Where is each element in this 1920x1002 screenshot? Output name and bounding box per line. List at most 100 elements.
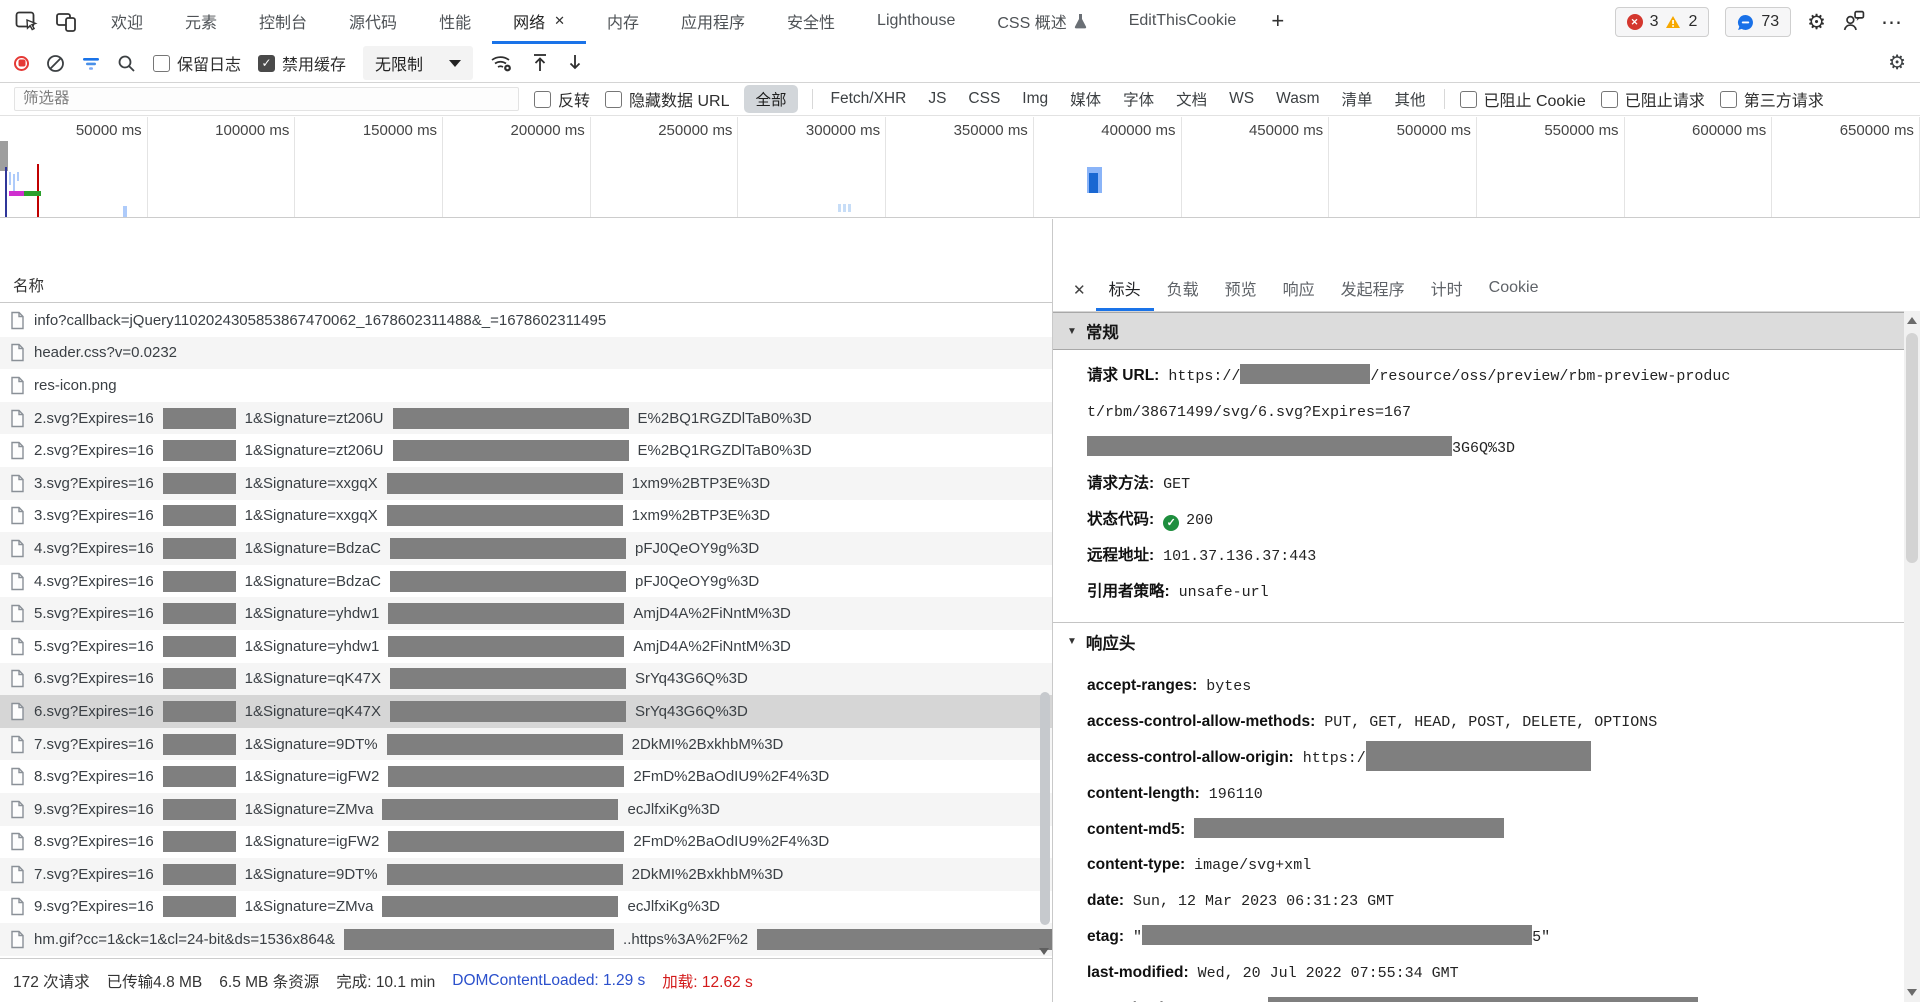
network-settings-gear-icon[interactable]: ⚙	[1888, 53, 1906, 73]
filter-chip-3[interactable]: CSS	[964, 87, 1004, 111]
requests-scrollbar[interactable]	[1037, 304, 1052, 958]
details-tab-4[interactable]: 发起程序	[1328, 268, 1418, 311]
checkbox-box[interactable]	[1460, 91, 1477, 108]
tab-11[interactable]: EditThisCookie	[1108, 0, 1258, 44]
filter-chip-8[interactable]: WS	[1225, 87, 1258, 111]
details-tab-5[interactable]: 计时	[1418, 268, 1476, 311]
request-row-9[interactable]: 5.svg?Expires=161&Signature=yhdw1AmjD4A%…	[0, 597, 1052, 630]
details-tab-3[interactable]: 响应	[1270, 268, 1328, 311]
tab-10[interactable]: CSS 概述	[976, 0, 1107, 44]
collapse-triangle-icon[interactable]: ▼	[1067, 636, 1077, 647]
filter-chip-6[interactable]: 字体	[1119, 85, 1158, 113]
checkbox-box[interactable]	[534, 91, 551, 108]
filter-chip-5[interactable]: 媒体	[1066, 85, 1105, 113]
header-name: etag:	[1087, 928, 1124, 945]
filter-chip-11[interactable]: 其他	[1391, 85, 1430, 113]
request-row-7[interactable]: 4.svg?Expires=161&Signature=BdzaCpFJ0QeO…	[0, 532, 1052, 565]
export-har-icon[interactable]	[566, 53, 584, 73]
throttling-dropdown[interactable]: 无限制	[363, 46, 473, 80]
tab-9[interactable]: Lighthouse	[856, 0, 976, 44]
tab-0[interactable]: 欢迎	[90, 0, 164, 44]
scroll-down-icon[interactable]	[1907, 989, 1917, 996]
checkbox-box[interactable]	[258, 55, 275, 72]
checkbox-box[interactable]	[1720, 91, 1737, 108]
request-row-15[interactable]: 9.svg?Expires=161&Signature=ZMvaecJlfxiK…	[0, 793, 1052, 826]
filter-chip-10[interactable]: 清单	[1337, 85, 1376, 113]
request-row-16[interactable]: 8.svg?Expires=161&Signature=igFW22FmD%2B…	[0, 826, 1052, 859]
close-tab-icon[interactable]: ✕	[554, 13, 565, 29]
settings-gear-icon[interactable]: ⚙	[1807, 12, 1826, 33]
clear-network-log-icon[interactable]	[46, 54, 65, 73]
toolbar-checkbox-1[interactable]: 禁用缓存	[258, 51, 346, 75]
filter-chip-9[interactable]: Wasm	[1272, 87, 1323, 111]
import-har-icon[interactable]	[531, 53, 549, 73]
filter-chip-1[interactable]: Fetch/XHR	[827, 87, 911, 111]
filter-chip-7[interactable]: 文档	[1172, 85, 1211, 113]
details-tab-2[interactable]: 预览	[1212, 268, 1270, 311]
checkbox-box[interactable]	[153, 55, 170, 72]
scroll-up-icon[interactable]	[1907, 317, 1917, 324]
blocked-checkbox-1[interactable]: 已阻止请求	[1601, 87, 1705, 111]
more-options-icon[interactable]: ⋯	[1881, 12, 1902, 33]
request-row-11[interactable]: 6.svg?Expires=161&Signature=qK47XSrYq43G…	[0, 663, 1052, 696]
tab-8[interactable]: 安全性	[766, 0, 856, 44]
value-text: 4.svg?Expires=16	[34, 540, 154, 557]
details-scrollbar[interactable]	[1904, 311, 1920, 1002]
checkbox-box[interactable]	[1601, 91, 1618, 108]
response-headers-section-header[interactable]: ▼ 响应头	[1053, 622, 1920, 660]
toolbar-checkbox-0[interactable]: 保留日志	[153, 51, 241, 75]
device-toolbar-icon[interactable]	[50, 5, 84, 39]
request-row-6[interactable]: 3.svg?Expires=161&Signature=xxgqX1xm9%2B…	[0, 500, 1052, 533]
filter-checkbox-1[interactable]: 隐藏数据 URL	[605, 87, 729, 111]
blocked-checkbox-2[interactable]: 第三方请求	[1720, 87, 1824, 111]
request-row-4[interactable]: 2.svg?Expires=161&Signature=zt206UE%2BQ1…	[0, 434, 1052, 467]
checkbox-box[interactable]	[605, 91, 622, 108]
messages-badge[interactable]: 73	[1725, 7, 1791, 37]
filter-chip-2[interactable]: JS	[924, 87, 950, 111]
scroll-down-icon[interactable]	[1039, 948, 1049, 955]
details-tab-0[interactable]: 标头	[1096, 268, 1154, 311]
request-row-13[interactable]: 7.svg?Expires=161&Signature=9DT%2DkMI%2B…	[0, 728, 1052, 761]
feedback-icon[interactable]	[1842, 10, 1865, 35]
request-row-14[interactable]: 8.svg?Expires=161&Signature=igFW22FmD%2B…	[0, 760, 1052, 793]
close-details-icon[interactable]: ✕	[1063, 281, 1096, 299]
general-section-header[interactable]: ▼ 常规	[1053, 312, 1920, 350]
collapse-triangle-icon[interactable]: ▼	[1067, 326, 1077, 337]
request-row-12[interactable]: 6.svg?Expires=161&Signature=qK47XSrYq43G…	[0, 695, 1052, 728]
record-network-log-button[interactable]	[14, 56, 29, 71]
request-row-3[interactable]: 2.svg?Expires=161&Signature=zt206UE%2BQ1…	[0, 402, 1052, 435]
network-conditions-icon[interactable]	[490, 53, 514, 73]
request-row-5[interactable]: 3.svg?Expires=161&Signature=xxgqX1xm9%2B…	[0, 467, 1052, 500]
filter-icon[interactable]	[82, 56, 100, 71]
issues-badge[interactable]: ✕ 3 2	[1615, 7, 1710, 37]
inspect-element-icon[interactable]	[10, 5, 44, 39]
request-row-8[interactable]: 4.svg?Expires=161&Signature=BdzaCpFJ0QeO…	[0, 565, 1052, 598]
request-row-1[interactable]: header.css?v=0.0232	[0, 337, 1052, 370]
tab-4[interactable]: 性能	[418, 0, 492, 44]
tab-5[interactable]: 网络✕	[492, 0, 586, 44]
network-overview-timeline[interactable]: 50000 ms100000 ms150000 ms200000 ms25000…	[0, 117, 1920, 218]
request-row-18[interactable]: 9.svg?Expires=161&Signature=ZMvaecJlfxiK…	[0, 891, 1052, 924]
filter-checkbox-0[interactable]: 反转	[534, 87, 590, 111]
details-tab-1[interactable]: 负载	[1154, 268, 1212, 311]
blocked-checkbox-0[interactable]: 已阻止 Cookie	[1460, 87, 1586, 111]
scrollbar-thumb[interactable]	[1040, 692, 1050, 925]
add-tab-button[interactable]: +	[1257, 0, 1298, 44]
request-row-17[interactable]: 7.svg?Expires=161&Signature=9DT%2DkMI%2B…	[0, 858, 1052, 891]
tab-7[interactable]: 应用程序	[660, 0, 766, 44]
filter-chip-0[interactable]: 全部	[744, 85, 797, 113]
request-row-19[interactable]: hm.gif?cc=1&ck=1&cl=24-bit&ds=1536x864&.…	[0, 923, 1052, 956]
tab-6[interactable]: 内存	[586, 0, 660, 44]
request-row-10[interactable]: 5.svg?Expires=161&Signature=yhdw1AmjD4A%…	[0, 630, 1052, 663]
tab-2[interactable]: 控制台	[238, 0, 328, 44]
tab-3[interactable]: 源代码	[328, 0, 418, 44]
tab-1[interactable]: 元素	[164, 0, 238, 44]
filter-chip-4[interactable]: Img	[1018, 87, 1052, 111]
search-icon[interactable]	[117, 54, 136, 73]
request-row-2[interactable]: res-icon.png	[0, 369, 1052, 402]
scrollbar-thumb[interactable]	[1906, 333, 1918, 563]
details-tab-6[interactable]: Cookie	[1476, 268, 1552, 311]
request-row-0[interactable]: info?callback=jQuery11020243058538674700…	[0, 304, 1052, 337]
name-column-header[interactable]: 名称	[0, 268, 1052, 303]
filter-input[interactable]	[14, 87, 519, 111]
